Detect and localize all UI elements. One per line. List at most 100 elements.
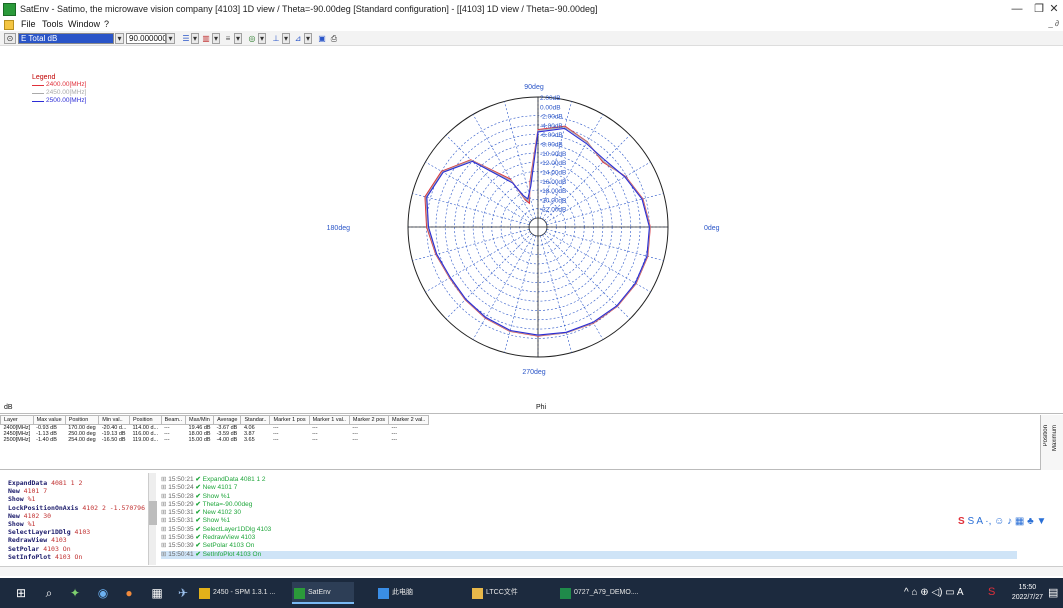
log-entry[interactable]: ⊞ 15:50:28 ✔ Show %1 (161, 493, 1017, 501)
chevron-down-icon[interactable]: ▾ (282, 33, 290, 44)
chevron-down-icon[interactable]: ▾ (258, 33, 266, 44)
log-message: New 4101 7 (202, 484, 238, 492)
tab-maximum[interactable]: Maximum (1052, 425, 1058, 451)
chevron-down-icon[interactable]: ▾ (166, 33, 175, 44)
system-tray[interactable]: ^ ⌂ ⊕ ◁) ▭ A (904, 587, 964, 598)
view-icon[interactable]: ⊙ (4, 33, 16, 44)
table-row[interactable]: 2500[MHz] -1.40 dB 254.00 deg -16.50 dB 119.… (1, 437, 429, 443)
x-axis-title: Phi (536, 404, 547, 411)
minimize-button[interactable]: — (1006, 2, 1028, 16)
browser-icon[interactable]: ● (122, 586, 136, 600)
table-header-cell[interactable]: Max value (32, 415, 66, 425)
log-message: Show %1 (202, 517, 231, 525)
check-icon: ✔ (193, 509, 203, 517)
angle-select[interactable]: 90.000000 (126, 33, 166, 44)
log-entry[interactable]: ⊞ 15:50:41 ✔ SetInfoPlot 4103 On (161, 550, 1017, 559)
ime-tools[interactable]: S A ·, ☺ ♪ ▦ ♣ ▼ (967, 516, 1046, 527)
scrollbar-thumb[interactable] (149, 501, 157, 525)
chevron-down-icon[interactable]: ▾ (234, 33, 242, 44)
app-pinned-icon[interactable]: ✈ (176, 586, 190, 600)
taskbar-app-satenv[interactable]: SatEnv (292, 582, 354, 604)
table-header-cell[interactable]: Standar.. (240, 415, 271, 425)
tab-position[interactable]: Position (1043, 425, 1049, 446)
save-icon[interactable]: ▣ (316, 33, 328, 44)
ime-tray-icon[interactable]: S (988, 586, 995, 598)
table-header-cell[interactable]: Marker 1 val.. (308, 415, 350, 425)
check-icon: ✔ (193, 500, 203, 508)
table-header-cell[interactable]: Marker 1 pos (269, 415, 310, 425)
title-bar: SatEnv - Satimo, the microwave vision co… (0, 0, 1063, 19)
table-header-cell[interactable]: Max/Min (185, 415, 215, 425)
script-line: RedrawView 4103 (8, 536, 145, 544)
menu-tools[interactable]: Tools (42, 19, 63, 29)
print-icon[interactable]: ⎙ (328, 33, 340, 44)
log-pane[interactable]: ⊞ 15:50:21 ✔ ExpandData 4081 1 2 ⊞ 15:50:… (157, 473, 1017, 565)
chevron-down-icon[interactable]: ▾ (212, 33, 220, 44)
script-line: Show %1 (8, 520, 145, 528)
ime-toolbar[interactable]: S S A ·, ☺ ♪ ▦ ♣ ▼ (958, 516, 1046, 530)
script-pane[interactable]: ExpandData 4081 1 2 New 4101 7 Show %1 Lock… (0, 473, 145, 563)
log-entry[interactable]: ⊞ 15:50:35 ✔ SelectLayer1DDlg 4103 (161, 526, 1017, 534)
table-header-cell[interactable]: Position (64, 415, 100, 425)
app-pinned-icon[interactable]: ◉ (96, 586, 110, 600)
polar-icon[interactable]: ◎ (246, 33, 258, 44)
table-header-cell[interactable]: Layer (0, 415, 34, 425)
table-cell: --- (312, 437, 318, 443)
windows-start-icon[interactable]: ⊞ (14, 586, 28, 600)
toolbar: ⊙ E Total dB ▾ 90.000000 ▾ ☰ ▾ ▥ ▾ ≡ ▾ ◎… (0, 31, 1063, 46)
taskbar-app-excel[interactable]: 0727_A79_DEMO.... (558, 582, 650, 604)
table-header-cell[interactable]: Beam.. (160, 415, 187, 425)
legend: Legend 2400.00[MHz] 2450.00[MHz] 2500.00… (32, 74, 102, 106)
script-line: LockPositionOnAxis 4102 2 -1.570796 (8, 504, 145, 512)
script-line: New 4101 7 (8, 487, 145, 495)
chevron-down-icon[interactable]: ▾ (304, 33, 312, 44)
cursor-icon[interactable]: ⊿ (292, 33, 304, 44)
log-entry[interactable]: ⊞ 15:50:36 ✔ RedrawView 4103 (161, 534, 1017, 542)
list-icon[interactable]: ≡ (222, 33, 234, 44)
notification-icon[interactable]: ▤ (1048, 586, 1058, 599)
ime-logo-icon[interactable]: S (958, 516, 965, 527)
legend-swatch (32, 93, 44, 94)
app-pinned-icon[interactable]: ✦ (68, 586, 82, 600)
table-header-cell[interactable]: Average (213, 415, 242, 425)
chevron-down-icon[interactable]: ▾ (115, 33, 124, 44)
clock-date: 2022/7/27 (1011, 594, 1043, 601)
quantity-select[interactable]: E Total dB (18, 33, 114, 44)
script-command: Show (8, 520, 24, 529)
log-time: 15:50:35 (168, 525, 194, 533)
taskbar-app-spm[interactable]: 2450 - SPM 1.3.1 ... (197, 582, 289, 604)
calculator-icon[interactable]: ▦ (150, 586, 164, 600)
table-header-cell[interactable]: Position (129, 415, 162, 425)
script-args: 4101 7 (23, 487, 48, 496)
chart-type-icon[interactable]: ▥ (200, 33, 212, 44)
script-scrollbar[interactable] (148, 473, 157, 565)
taskbar-app-folder[interactable]: LTCC文件 (470, 582, 540, 604)
log-entry[interactable]: ⊞ 15:50:31 ✔ New 4102 30 (161, 509, 1017, 517)
legend-item: 2500.00[MHz] (32, 97, 102, 105)
chevron-down-icon[interactable]: ▾ (191, 33, 199, 44)
clock[interactable]: 15:50 2022/7/27 (1012, 583, 1043, 603)
menu-window[interactable]: Window (68, 19, 100, 29)
script-command: SetInfoPlot (8, 552, 52, 561)
script-line: ExpandData 4081 1 2 (8, 479, 145, 487)
table-header-cell[interactable]: Marker 2 val.. (388, 415, 430, 425)
table-header-cell[interactable]: Marker 2 pos (348, 415, 390, 425)
taskbar-app-this-pc[interactable]: 此电脑 (376, 582, 438, 604)
script-args: 4103 On (54, 552, 83, 561)
log-entry[interactable]: ⊞ 15:50:24 ✔ New 4101 7 (161, 484, 1017, 492)
log-message: SetInfoPlot 4103 On (202, 550, 262, 558)
table-header-cell[interactable]: Min val.. (98, 415, 130, 425)
log-entry[interactable]: ⊞ 15:50:31 ✔ Show %1 (161, 517, 1017, 525)
script-args: %1 (27, 520, 36, 529)
log-entry[interactable]: ⊞ 15:50:39 ✔ SetPolar 4103 On (161, 542, 1017, 550)
mdi-window-controls[interactable]: _ ∂ (1048, 19, 1059, 28)
script-line: New 4102 30 (8, 512, 145, 520)
menu-help[interactable]: ? (104, 19, 109, 29)
log-entry[interactable]: ⊞ 15:50:29 ✔ Theta=-90.00deg (161, 501, 1017, 509)
close-button[interactable]: ✕ (1046, 2, 1062, 16)
log-entry[interactable]: ⊞ 15:50:21 ✔ ExpandData 4081 1 2 (161, 476, 1017, 484)
radial-tick-label: -10.00dB (540, 151, 566, 158)
menu-file[interactable]: File (21, 19, 36, 29)
search-icon[interactable]: ⌕ (42, 586, 56, 600)
marker-icon[interactable]: ⊥ (270, 33, 282, 44)
